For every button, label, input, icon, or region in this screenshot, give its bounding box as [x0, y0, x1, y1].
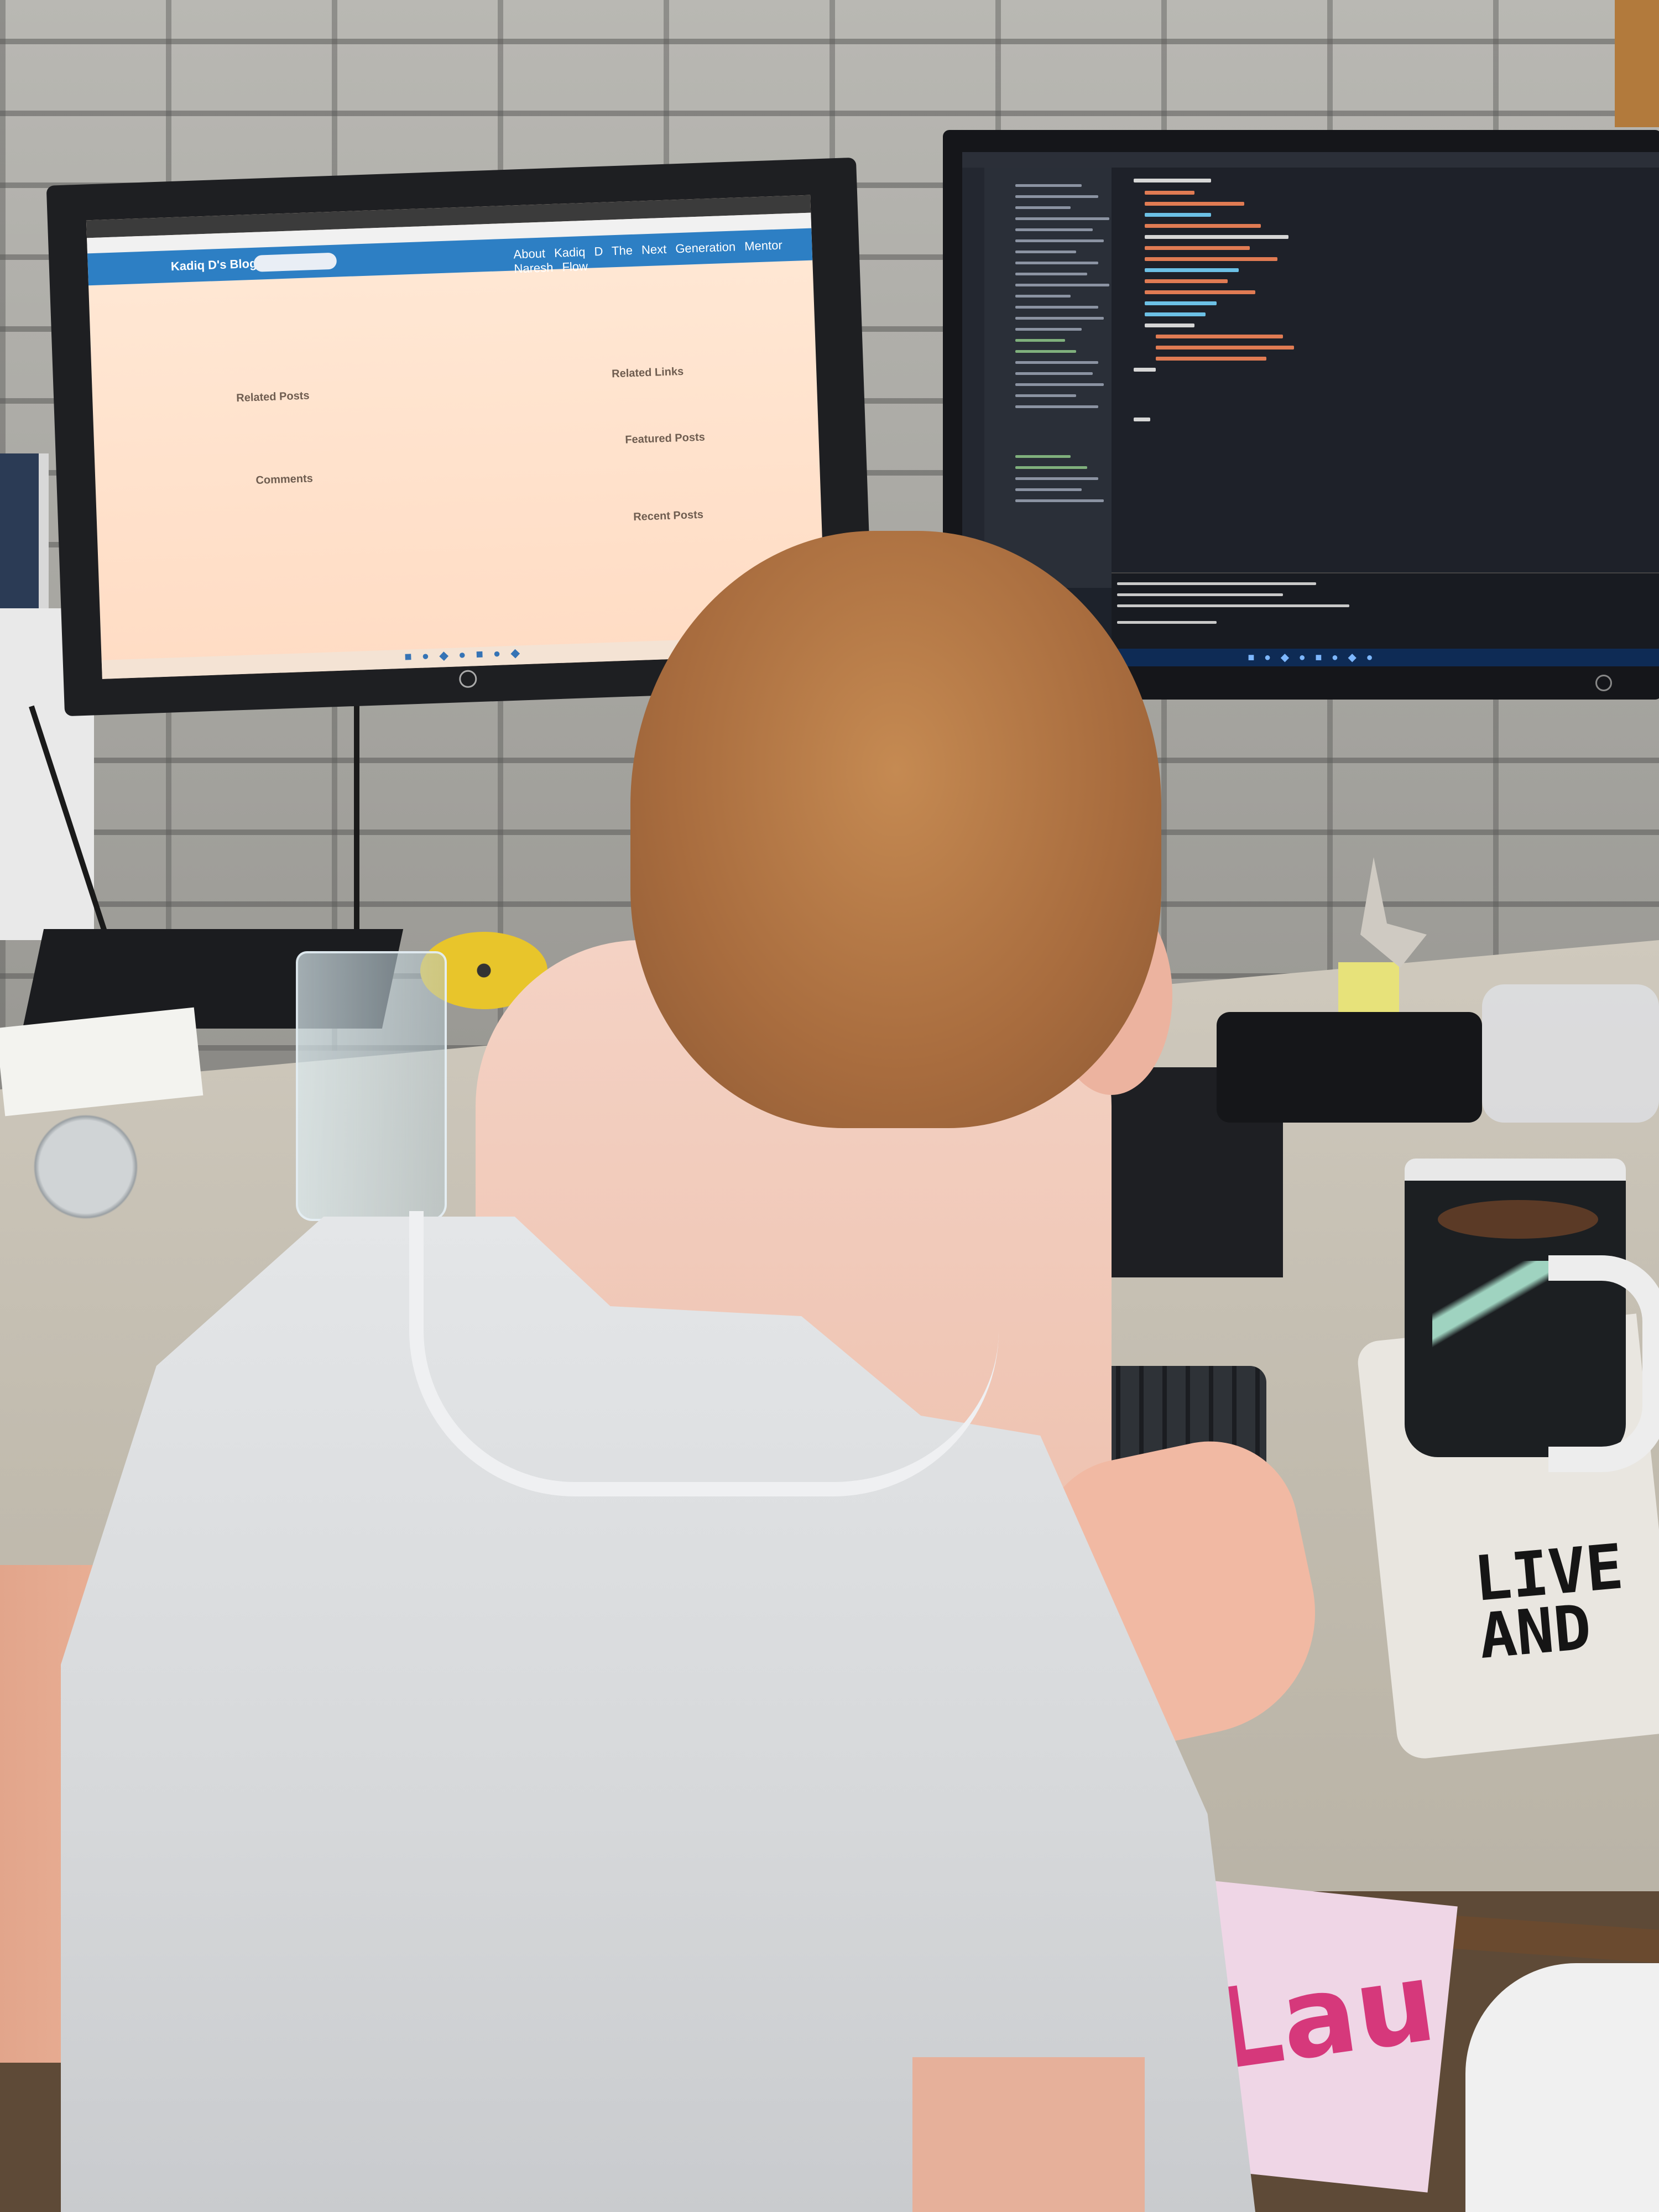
drinking-glass — [296, 951, 447, 1221]
recent-posts-heading: Recent Posts — [633, 508, 704, 524]
headphone — [1465, 1963, 1659, 2212]
monitor-stand-cable — [354, 702, 359, 935]
related-posts-heading: Related Posts — [236, 389, 310, 405]
blog-menu[interactable]: About Kadiq D The Next Generation Mentor… — [513, 237, 812, 276]
blog-brand[interactable]: Kadiq D's Blog — [170, 257, 257, 274]
code-editor[interactable] — [1112, 168, 1659, 571]
right-arm — [912, 2057, 1145, 2212]
tshirt-collar — [409, 1211, 999, 1496]
terminal-panel[interactable] — [1112, 572, 1659, 651]
hp-logo-icon — [1595, 675, 1612, 691]
mousepad-text: LIVE AND — [1471, 1531, 1659, 1673]
hp-logo-icon — [458, 670, 477, 688]
wooden-frame — [1615, 0, 1659, 127]
charger-brick — [1217, 1012, 1482, 1123]
sticky-note — [1338, 962, 1399, 1012]
comments-heading: Comments — [255, 472, 314, 487]
mug-handle — [1548, 1255, 1659, 1472]
tea-strainer — [22, 1112, 149, 1222]
search-input[interactable] — [253, 252, 337, 272]
child-head — [630, 531, 1161, 1128]
featured-posts-heading: Featured Posts — [624, 431, 706, 446]
plastic-bag — [1482, 984, 1659, 1123]
coffee — [1438, 1200, 1598, 1239]
editor-menu-bar[interactable] — [962, 152, 1659, 168]
file-explorer[interactable] — [984, 168, 1112, 588]
related-links-heading: Related Links — [611, 365, 684, 380]
